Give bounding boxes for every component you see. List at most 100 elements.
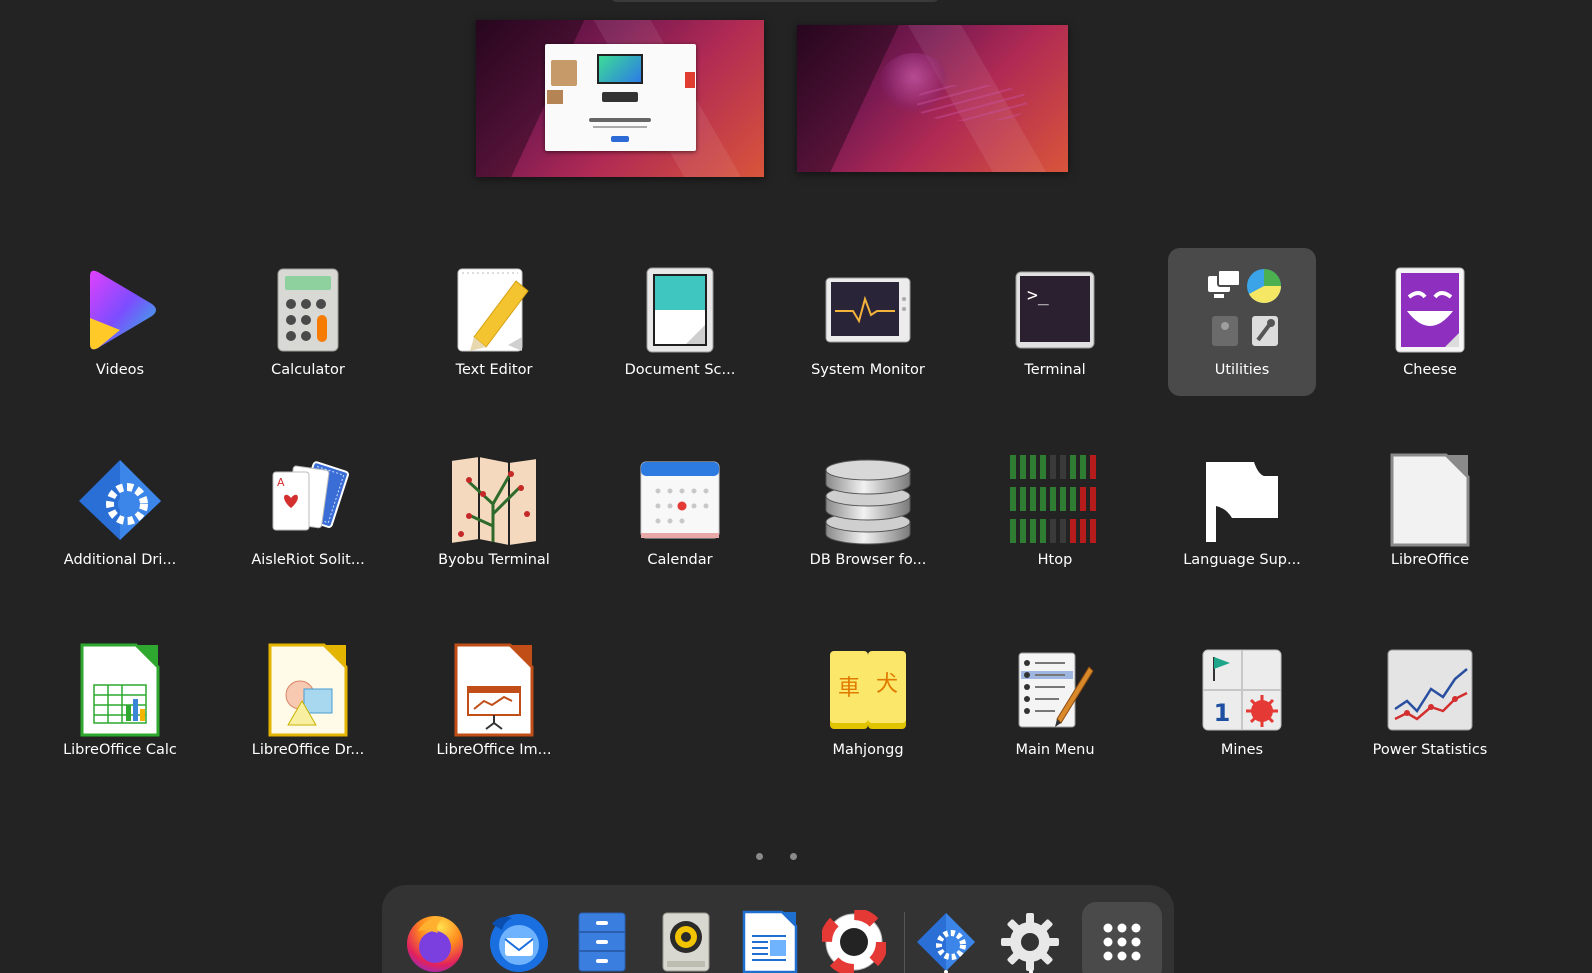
system-monitor-icon <box>820 262 916 358</box>
app-cheese[interactable]: Cheese <box>1356 248 1504 396</box>
app-label: System Monitor <box>811 362 925 378</box>
app-label: Htop <box>1037 552 1073 568</box>
heading-placeholder <box>589 118 651 122</box>
app-mahjongg[interactable]: 車 犬 Mahjongg <box>794 628 942 776</box>
app-aisleriot-solitaire[interactable]: A AisleRiot Solit... <box>234 438 382 586</box>
libreoffice-icon <box>1382 452 1478 548</box>
folder-utilities[interactable]: Utilities <box>1168 248 1316 396</box>
app-label: Document Sc... <box>624 362 736 378</box>
app-libreoffice[interactable]: LibreOffice <box>1356 438 1504 586</box>
power-statistics-icon <box>1382 642 1478 738</box>
help-icon[interactable] <box>818 906 890 973</box>
text-editor-icon <box>446 262 542 358</box>
svg-text:A: A <box>277 476 285 489</box>
libreoffice-writer-icon[interactable] <box>734 906 806 973</box>
app-language-support[interactable]: Language Sup... <box>1168 438 1316 586</box>
app-label: Calendar <box>647 552 713 568</box>
box-illustration <box>547 90 563 104</box>
app-additional-drivers[interactable]: Additional Dri... <box>46 438 194 586</box>
workspace-thumbnail-2[interactable] <box>797 25 1068 172</box>
app-system-monitor[interactable]: System Monitor <box>794 248 942 396</box>
red-card-illustration <box>685 72 695 88</box>
app-terminal[interactable]: >_ Terminal <box>981 248 1129 396</box>
app-label: LibreOffice <box>1390 552 1470 568</box>
app-videos[interactable]: Videos <box>46 248 194 396</box>
app-label: DB Browser fo... <box>809 552 927 568</box>
disk-usage-icon <box>1247 269 1281 303</box>
app-label: Mahjongg <box>832 742 904 758</box>
jellyfish-tentacles <box>917 85 1027 121</box>
app-calculator[interactable]: Calculator <box>234 248 382 396</box>
app-label: LibreOffice Calc <box>63 742 177 758</box>
rhythmbox-icon[interactable] <box>650 906 722 973</box>
app-label: Byobu Terminal <box>438 552 550 568</box>
libreoffice-calc-icon <box>72 642 168 738</box>
box-illustration <box>551 60 577 86</box>
htop-icon <box>1007 452 1103 548</box>
app-db-browser[interactable]: DB Browser fo... <box>794 438 942 586</box>
app-label: Mines <box>1220 742 1264 758</box>
settings-icon[interactable] <box>994 906 1066 973</box>
app-text-editor[interactable]: Text Editor <box>420 248 568 396</box>
app-power-statistics[interactable]: Power Statistics <box>1356 628 1504 776</box>
app-label: Utilities <box>1214 362 1270 378</box>
app-libreoffice-impress[interactable]: LibreOffice Im... <box>420 628 568 776</box>
app-label: Text Editor <box>455 362 533 378</box>
libreoffice-draw-icon <box>260 642 356 738</box>
main-menu-icon <box>1007 642 1103 738</box>
utilities-folder-icon <box>1194 262 1290 358</box>
videos-icon <box>72 262 168 358</box>
terminal-prompt: >_ <box>1027 285 1049 306</box>
mahjongg-icon: 車 犬 <box>820 642 916 738</box>
text-placeholder <box>593 126 647 128</box>
app-byobu-terminal[interactable]: Byobu Terminal <box>420 438 568 586</box>
tweaks-icon <box>1252 316 1278 346</box>
keyboard-illustration <box>602 92 638 102</box>
mines-number: 1 <box>1214 699 1231 727</box>
app-label: Power Statistics <box>1372 742 1488 758</box>
software-updater-icon[interactable] <box>910 906 982 973</box>
cheese-icon <box>1382 262 1478 358</box>
firefox-icon[interactable] <box>399 906 471 973</box>
show-apps-button[interactable] <box>1082 902 1162 973</box>
app-label: Additional Dri... <box>63 552 177 568</box>
welcome-window-thumbnail[interactable] <box>545 44 696 151</box>
activities-overview: Videos Calculator Text Editor Document S… <box>0 0 1592 973</box>
aisleriot-solitaire-icon: A <box>260 452 356 548</box>
network-icon <box>1208 269 1241 298</box>
flag-icon <box>1194 452 1290 548</box>
monitor-illustration <box>597 54 643 84</box>
next-button-placeholder <box>611 136 629 142</box>
calculator-icon <box>260 262 356 358</box>
app-main-menu[interactable]: Main Menu <box>981 628 1129 776</box>
app-calendar[interactable]: Calendar <box>606 438 754 586</box>
byobu-terminal-icon <box>446 452 542 548</box>
thunderbird-icon[interactable] <box>483 906 555 973</box>
page-indicator-2[interactable] <box>790 853 797 860</box>
app-label: AisleRiot Solit... <box>251 552 365 568</box>
app-label: LibreOffice Dr... <box>251 742 365 758</box>
dock-separator <box>904 912 905 973</box>
search-bar[interactable] <box>610 0 940 2</box>
app-document-scanner[interactable]: Document Sc... <box>606 248 754 396</box>
app-label: Language Sup... <box>1183 552 1301 568</box>
files-icon[interactable] <box>566 906 638 973</box>
app-libreoffice-calc[interactable]: LibreOffice Calc <box>46 628 194 776</box>
app-label: Terminal <box>1024 362 1086 378</box>
workspace-thumbnail-1[interactable] <box>476 20 764 177</box>
app-label: Main Menu <box>1015 742 1095 758</box>
app-libreoffice-draw[interactable]: LibreOffice Dr... <box>234 628 382 776</box>
app-mines[interactable]: 1 Mines <box>1168 628 1316 776</box>
mines-icon: 1 <box>1194 642 1290 738</box>
page-indicator-1[interactable] <box>756 853 763 860</box>
app-label: Videos <box>95 362 145 378</box>
libreoffice-impress-icon <box>446 642 542 738</box>
passwords-icon <box>1212 316 1238 346</box>
app-label: LibreOffice Im... <box>436 742 552 758</box>
mahjong-tile-glyph: 車 <box>838 676 860 701</box>
app-htop[interactable]: Htop <box>981 438 1129 586</box>
mahjong-tile-glyph: 犬 <box>876 672 898 697</box>
app-label: Calculator <box>271 362 345 378</box>
calendar-icon <box>632 452 728 548</box>
app-label: Cheese <box>1403 362 1457 378</box>
